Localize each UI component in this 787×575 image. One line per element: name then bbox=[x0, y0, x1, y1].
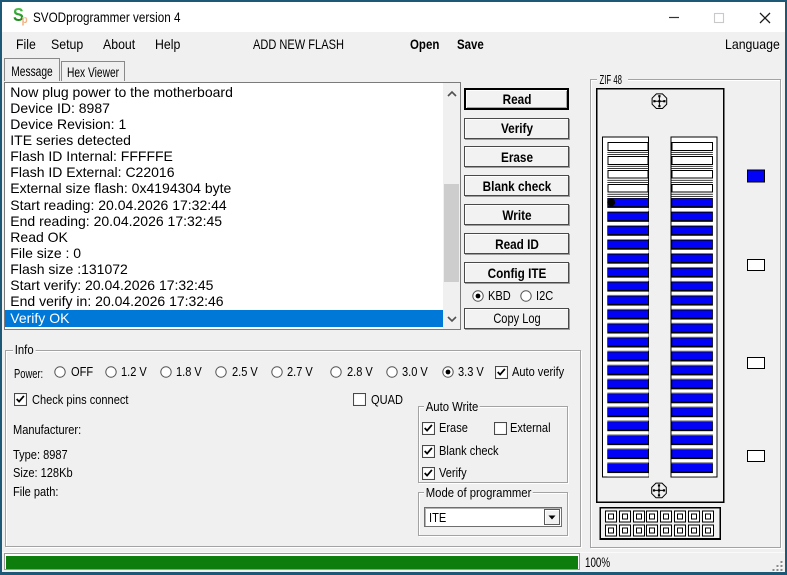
svg-text:ZIF 48: ZIF 48 bbox=[600, 75, 623, 87]
